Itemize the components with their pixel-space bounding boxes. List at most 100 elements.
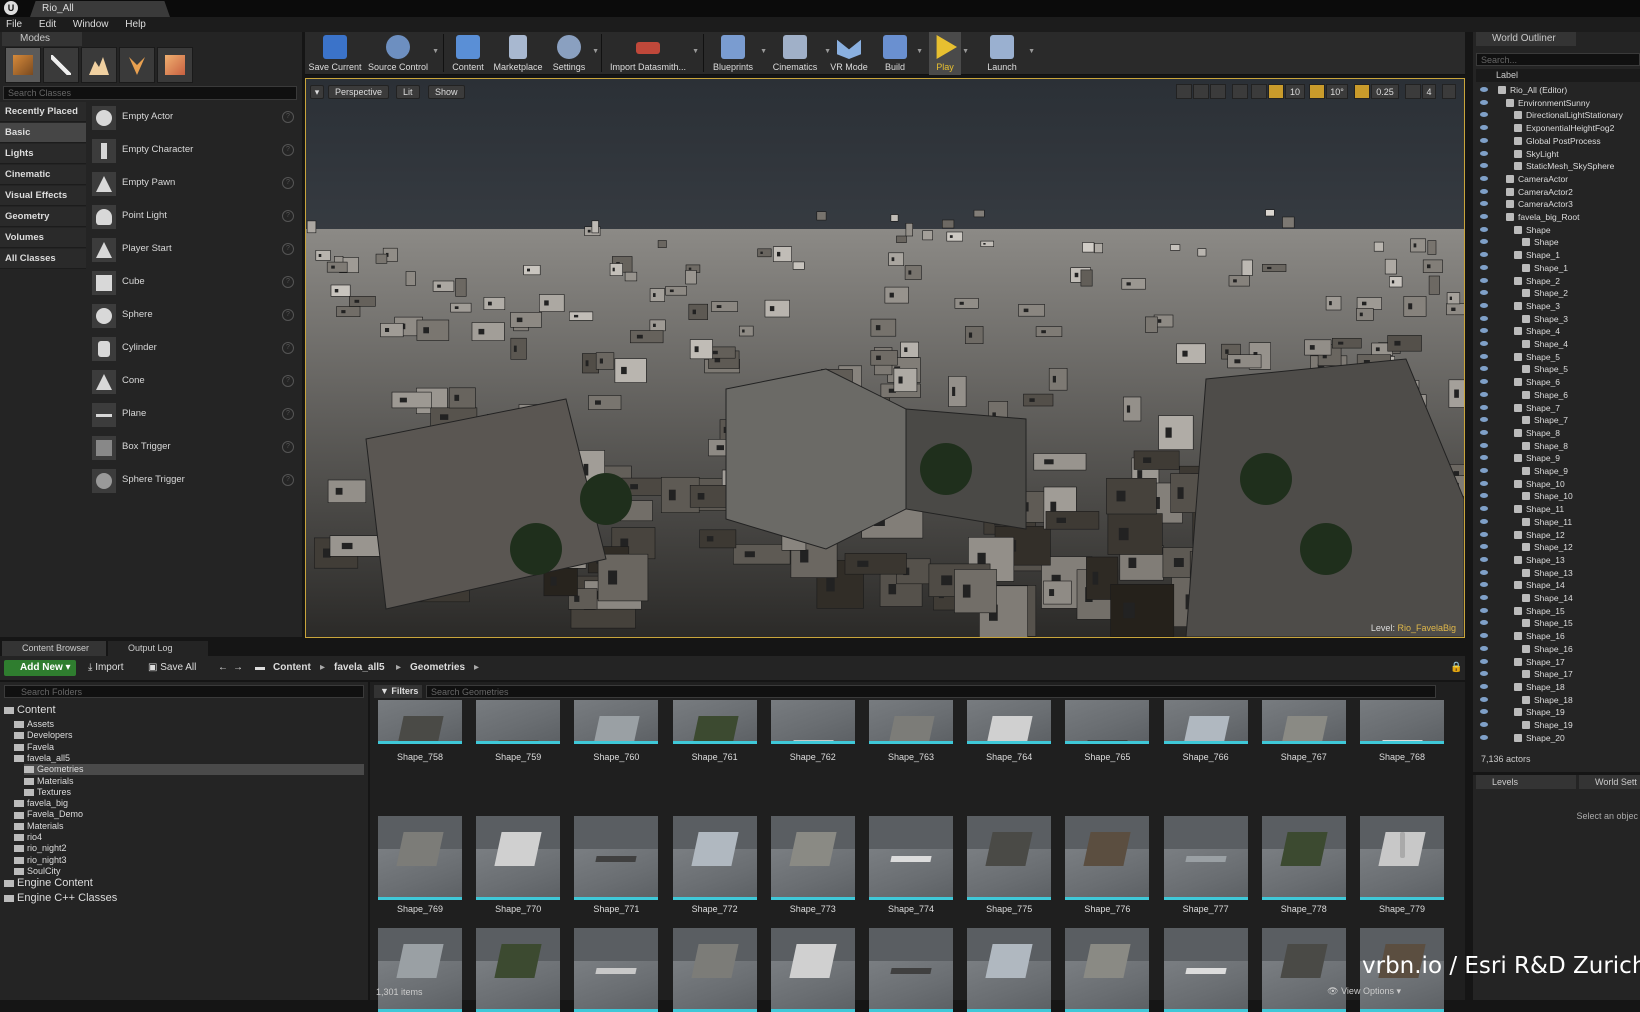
visibility-eye-icon[interactable]: [1480, 353, 1488, 359]
content-browser-tab[interactable]: Content Browser: [2, 641, 106, 656]
category-geometry[interactable]: Geometry: [0, 207, 86, 227]
scale-tool-icon[interactable]: [1210, 84, 1226, 99]
visibility-eye-icon[interactable]: [1480, 468, 1488, 473]
outliner-row[interactable]: Shape_13: [1476, 554, 1640, 567]
visibility-eye-icon[interactable]: [1480, 595, 1488, 600]
folder-row[interactable]: rio4: [14, 832, 364, 843]
help-icon[interactable]: ?: [282, 309, 294, 321]
outliner-row[interactable]: Shape_20: [1476, 732, 1640, 745]
outliner-row[interactable]: Shape_12: [1476, 541, 1640, 554]
maximize-viewport-icon[interactable]: [1442, 84, 1456, 99]
scale-snap-value[interactable]: 0.25: [1371, 84, 1399, 99]
build-button[interactable]: Build ▼: [875, 32, 923, 75]
folder-row[interactable]: Developers: [14, 730, 364, 741]
rotation-snap-icon[interactable]: [1309, 84, 1325, 99]
place-item-cylinder[interactable]: Cylinder?: [88, 333, 300, 365]
visibility-eye-icon[interactable]: [1480, 582, 1488, 588]
place-mode-button[interactable]: [5, 47, 41, 83]
visibility-eye-icon[interactable]: [1480, 607, 1488, 613]
breadcrumb-separator-icon[interactable]: ▸: [474, 660, 479, 676]
category-visual-effects[interactable]: Visual Effects: [0, 186, 86, 206]
outliner-row[interactable]: Shape_19: [1476, 706, 1640, 719]
visibility-eye-icon[interactable]: [1480, 645, 1488, 651]
folder-row[interactable]: Content: [4, 704, 364, 718]
visibility-eye-icon[interactable]: [1480, 277, 1488, 283]
place-item-cube[interactable]: Cube?: [88, 267, 300, 299]
place-item-plane[interactable]: Plane?: [88, 399, 300, 431]
visibility-eye-icon[interactable]: [1480, 658, 1488, 664]
launch-button[interactable]: Launch ▼: [977, 32, 1035, 75]
help-icon[interactable]: ?: [282, 177, 294, 189]
folder-row[interactable]: Assets: [14, 719, 364, 730]
visibility-eye-icon[interactable]: [1480, 328, 1488, 334]
outliner-row[interactable]: Shape_15: [1476, 617, 1640, 630]
import-button[interactable]: ⤓ Import: [88, 660, 124, 676]
save-all-button[interactable]: ▣ Save All: [148, 660, 196, 676]
place-item-empty-character[interactable]: Empty Character?: [88, 135, 300, 167]
surface-snap-icon[interactable]: [1251, 84, 1267, 99]
outliner-label-column[interactable]: Label: [1476, 69, 1640, 82]
history-back-icon[interactable]: ←: [218, 660, 228, 676]
rotate-tool-icon[interactable]: [1193, 84, 1209, 99]
folder-row[interactable]: favela_big: [14, 798, 364, 809]
outliner-row[interactable]: Shape_13: [1476, 567, 1640, 580]
help-icon[interactable]: ?: [282, 408, 294, 420]
view-options-button[interactable]: 👁 View Options ▾: [1327, 986, 1401, 997]
visibility-eye-icon[interactable]: [1480, 125, 1488, 131]
outliner-row[interactable]: Shape_15: [1476, 605, 1640, 618]
place-item-player-start[interactable]: Player Start?: [88, 234, 300, 266]
visibility-eye-icon[interactable]: [1480, 709, 1488, 715]
visibility-eye-icon[interactable]: [1480, 175, 1488, 181]
folder-row[interactable]: Favela_Demo: [14, 809, 364, 820]
outliner-row[interactable]: SkyLight: [1476, 148, 1640, 161]
outliner-row[interactable]: StaticMesh_SkySphere: [1476, 160, 1640, 173]
visibility-eye-icon[interactable]: [1480, 671, 1488, 677]
outliner-row[interactable]: favela_big_Root: [1476, 211, 1640, 224]
outliner-row[interactable]: Shape_7: [1476, 402, 1640, 415]
visibility-eye-icon[interactable]: [1480, 544, 1488, 550]
outliner-row[interactable]: Shape_2: [1476, 275, 1640, 288]
grid-snap-icon[interactable]: [1268, 84, 1284, 99]
outliner-row[interactable]: Shape_10: [1476, 478, 1640, 491]
landscape-mode-button[interactable]: [81, 47, 117, 83]
visibility-eye-icon[interactable]: [1480, 264, 1488, 270]
place-item-cone[interactable]: Cone?: [88, 366, 300, 398]
outliner-row[interactable]: Shape_17: [1476, 668, 1640, 681]
outliner-row[interactable]: CameraActor2: [1476, 186, 1640, 199]
dropdown-arrow-icon[interactable]: ▼: [592, 48, 599, 55]
visibility-eye-icon[interactable]: [1480, 506, 1488, 512]
marketplace-button[interactable]: Marketplace: [491, 32, 545, 75]
visibility-eye-icon[interactable]: [1480, 366, 1488, 372]
folder-row[interactable]: Materials: [24, 776, 364, 787]
visibility-eye-icon[interactable]: [1480, 391, 1488, 397]
visibility-eye-icon[interactable]: [1480, 379, 1488, 385]
history-forward-icon[interactable]: →: [233, 660, 243, 676]
outliner-row[interactable]: Shape_1: [1476, 262, 1640, 275]
world-settings-tab[interactable]: World Sett: [1579, 775, 1640, 789]
translate-tool-icon[interactable]: [1176, 84, 1192, 99]
outliner-row[interactable]: DirectionalLightStationary: [1476, 109, 1640, 122]
outliner-row[interactable]: Shape_17: [1476, 656, 1640, 669]
add-new-button[interactable]: Add New ▾: [4, 660, 76, 676]
visibility-eye-icon[interactable]: [1480, 302, 1488, 308]
visibility-eye-icon[interactable]: [1480, 99, 1488, 105]
world-space-icon[interactable]: [1232, 84, 1248, 99]
settings-button[interactable]: Settings ▼: [547, 32, 599, 75]
outliner-row[interactable]: Shape_2: [1476, 287, 1640, 300]
cinematics-button[interactable]: Cinematics ▼: [767, 32, 831, 75]
visibility-eye-icon[interactable]: [1480, 455, 1488, 461]
search-folders-input[interactable]: Search Folders: [4, 685, 364, 698]
world-outliner-tab[interactable]: World Outliner: [1476, 32, 1576, 46]
menu-help[interactable]: Help: [125, 19, 146, 30]
outliner-row[interactable]: Shape_3: [1476, 300, 1640, 313]
outliner-row[interactable]: Shape_8: [1476, 427, 1640, 440]
search-assets-input[interactable]: Search Geometries: [426, 685, 1436, 698]
outliner-search-input[interactable]: Search...: [1476, 53, 1640, 66]
category-all-classes[interactable]: All Classes: [0, 249, 86, 269]
outliner-row[interactable]: Shape_4: [1476, 338, 1640, 351]
dropdown-arrow-icon[interactable]: ▼: [1028, 48, 1035, 55]
folder-row[interactable]: Engine Content: [4, 877, 364, 891]
visibility-eye-icon[interactable]: [1480, 137, 1488, 143]
rotation-snap-value[interactable]: 10°: [1326, 84, 1348, 99]
camera-speed-value[interactable]: 4: [1422, 84, 1436, 99]
